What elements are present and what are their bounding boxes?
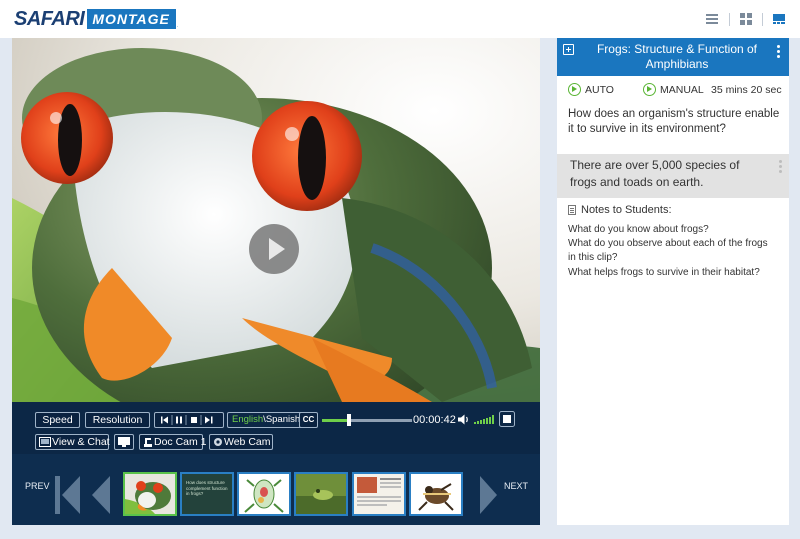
doc-cam-label: Doc Cam 1: [154, 436, 207, 448]
clip-duration: 35 mins 20 sec: [711, 84, 782, 96]
prev-arrow-icon[interactable]: [55, 476, 111, 514]
doc-cam-icon: [144, 438, 152, 447]
clip-details-panel: Frogs: Structure & Function of Amphibian…: [557, 38, 789, 525]
timecode: 00:00:42: [413, 414, 456, 426]
notes-line: What do you know about frogs?: [568, 224, 709, 235]
notes-line: in this clip?: [568, 252, 618, 263]
frog-video-image: [12, 38, 540, 402]
thumbnail-2[interactable]: [237, 472, 291, 516]
play-icon[interactable]: [249, 224, 299, 274]
language-spanish[interactable]: Spanish: [266, 414, 300, 425]
player-controls: Speed Resolution English\Spanish CC 00:0…: [12, 402, 540, 454]
notes-icon: [568, 205, 576, 215]
auto-label: AUTO: [585, 83, 614, 96]
safari-montage-logo[interactable]: SAFARI MONTAGE .: [14, 8, 178, 30]
app-header: SAFARI MONTAGE .: [0, 0, 800, 38]
language-english[interactable]: English: [232, 414, 263, 425]
notes-line: What helps frogs to survive in their hab…: [568, 267, 760, 278]
auto-mode-button[interactable]: AUTO: [568, 83, 614, 96]
manual-play-icon: [643, 83, 656, 96]
screen-share-button[interactable]: [114, 434, 134, 450]
volume-level[interactable]: [474, 415, 495, 424]
fullscreen-icon[interactable]: [499, 411, 515, 427]
fact-callout: There are over 5,000 species of frogs an…: [557, 154, 789, 198]
view-mode-switcher: [697, 12, 786, 26]
notes-line: What do you observe about each of the fr…: [568, 238, 768, 249]
next-arrow-icon[interactable]: [478, 476, 498, 514]
grid-view-icon[interactable]: [739, 12, 753, 26]
web-cam-label: Web Cam: [224, 436, 271, 448]
transport-icons: [161, 415, 213, 425]
manual-mode-button[interactable]: MANUAL: [643, 83, 704, 96]
frog-in-water-thumbnail: [296, 474, 346, 514]
speed-button[interactable]: Speed: [35, 412, 80, 428]
view-chat-label: View & Chat: [52, 436, 110, 448]
list-view-icon[interactable]: [706, 12, 720, 26]
add-to-playlist-icon[interactable]: [563, 44, 574, 55]
thumbnail-4[interactable]: [352, 472, 406, 516]
logo-trademark: .: [176, 23, 179, 29]
essential-question: How does an organism's structure enable …: [568, 108, 780, 135]
frog-anatomy-thumbnail: [239, 474, 289, 514]
next-label[interactable]: NEXT: [504, 481, 528, 491]
clip-title: Frogs: Structure & Function of Amphibian…: [596, 42, 758, 71]
thumbnail-0[interactable]: [123, 472, 177, 516]
question-slide-thumbnail: How does structure complement function i…: [182, 474, 232, 514]
divider: [729, 12, 730, 26]
frog-thumbnail: [125, 474, 175, 514]
frog-sketch-thumbnail: [411, 474, 461, 514]
video-player: Speed Resolution English\Spanish CC 00:0…: [12, 38, 540, 525]
resolution-button[interactable]: Resolution: [85, 412, 150, 428]
auto-play-icon: [568, 83, 581, 96]
closed-captions-button[interactable]: CC: [299, 412, 318, 428]
volume-icon[interactable]: [457, 413, 471, 426]
seek-bar[interactable]: [322, 414, 412, 426]
language-toggle[interactable]: English\Spanish: [227, 412, 306, 428]
notes-header: Notes to Students:: [568, 204, 672, 216]
web-cam-button[interactable]: Web Cam: [209, 434, 273, 450]
thumbnail-1[interactable]: How does structure complement function i…: [180, 472, 234, 516]
thumbnail-5[interactable]: [409, 472, 463, 516]
view-chat-button[interactable]: View & Chat: [35, 434, 110, 450]
web-cam-icon: [214, 438, 222, 446]
clip-title-bar: Frogs: Structure & Function of Amphibian…: [557, 38, 789, 76]
doc-cam-button[interactable]: Doc Cam 1: [139, 434, 207, 450]
logo-text-safari: SAFARI: [14, 7, 85, 30]
fact-text: There are over 5,000 species of frogs an…: [570, 158, 740, 189]
thumbnail-3[interactable]: [294, 472, 348, 516]
notes-title: Notes to Students:: [581, 204, 672, 216]
fact-options-icon[interactable]: [779, 160, 782, 175]
manual-label: MANUAL: [660, 83, 704, 96]
video-frame[interactable]: [12, 38, 540, 402]
more-options-icon[interactable]: [777, 45, 780, 60]
prev-label[interactable]: PREV: [25, 481, 50, 491]
article-page-thumbnail: [354, 474, 404, 514]
player-view-icon[interactable]: [772, 12, 786, 26]
seek-progress: [322, 419, 349, 422]
seek-handle[interactable]: [347, 414, 351, 426]
transport-controls: [154, 412, 224, 428]
monitor-icon: [118, 437, 130, 447]
clip-thumbnail-strip: PREV How does structure complement funct…: [12, 454, 540, 525]
divider: [762, 12, 763, 26]
chat-icon: [39, 437, 51, 447]
logo-text-montage: MONTAGE: [87, 9, 176, 29]
